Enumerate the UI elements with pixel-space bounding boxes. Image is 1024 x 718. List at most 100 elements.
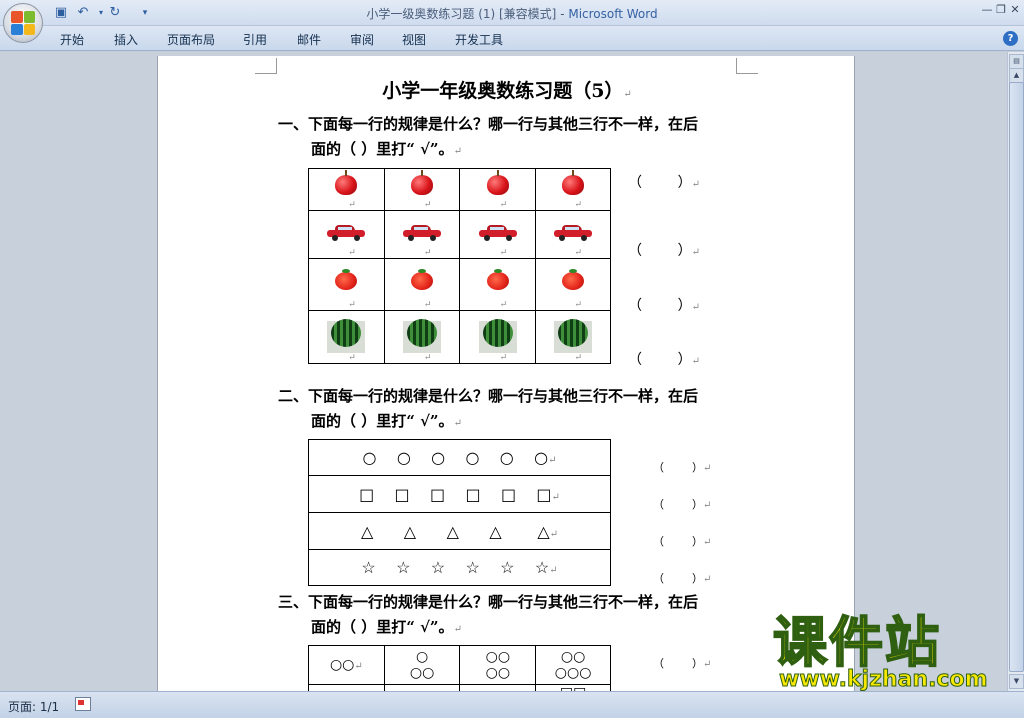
table-cell: ↵ bbox=[459, 210, 537, 259]
window-title: 小学一级奥数练习题 (1) [兼容模式] - Microsoft Word bbox=[0, 5, 1024, 22]
star-shape: ☆ bbox=[500, 558, 515, 577]
paragraph-mark: ↵ bbox=[691, 247, 700, 258]
table-cell: ○ ○○ bbox=[383, 645, 461, 685]
paragraph-mark: ↵ bbox=[423, 353, 432, 363]
document-workarea: 小学一年级奥数练习题（5）↵ 一、下面每一行的规律是什么？哪一行与其他三行不一样… bbox=[0, 52, 1007, 691]
scroll-up-icon[interactable]: ▲ bbox=[1009, 68, 1024, 83]
square-shape: □ bbox=[359, 484, 375, 504]
answer-paren-8[interactable]: （ ）↵ bbox=[653, 570, 711, 586]
answer-paren-3-text: （ ） bbox=[628, 298, 692, 314]
answer-paren-6-text: （ ） bbox=[653, 498, 703, 511]
document-page[interactable]: 小学一年级奥数练习题（5）↵ 一、下面每一行的规律是什么？哪一行与其他三行不一样… bbox=[157, 56, 855, 691]
paragraph-mark: ↵ bbox=[574, 353, 582, 363]
watermelon-picture bbox=[554, 319, 593, 353]
shape-pattern-table: ○ ○ ○ ○ ○ ○↵ □ □ □ □ □ □↵ △ △ △ △ △↵ ☆ ☆… bbox=[308, 439, 611, 586]
tab-insert[interactable]: 插入 bbox=[114, 31, 138, 48]
paragraph-mark: ↵ bbox=[423, 300, 432, 310]
tab-home[interactable]: 开始 bbox=[60, 31, 84, 48]
answer-paren-4[interactable]: （ ）↵ bbox=[628, 349, 700, 369]
table-cell: ↵ bbox=[535, 168, 611, 211]
watermark-url: www.kjzhan.com bbox=[779, 667, 989, 693]
table-row: ↵ ↵ ↵ ↵ bbox=[308, 310, 611, 364]
watermelon-icon bbox=[407, 319, 438, 347]
question-1: 一、下面每一行的规律是什么？哪一行与其他三行不一样，在后 面的（ ）里打“ √”… bbox=[278, 112, 748, 164]
answer-paren-8-text: （ ） bbox=[653, 572, 703, 585]
help-icon[interactable]: ? bbox=[1003, 31, 1018, 46]
answer-paren-5[interactable]: （ ）↵ bbox=[653, 459, 711, 475]
answer-paren-7[interactable]: （ ）↵ bbox=[653, 533, 711, 549]
title-separator: - bbox=[556, 7, 569, 21]
table-cell: ↵ bbox=[535, 210, 611, 259]
question-3-line-2: 面的（ ）里打“ √”。↵ bbox=[278, 615, 748, 642]
app-name: Microsoft Word bbox=[568, 7, 658, 21]
tab-page-layout[interactable]: 页面布局 bbox=[167, 31, 215, 48]
document-title: 小学一年级奥数练习题（5）↵ bbox=[158, 76, 856, 103]
paragraph-mark: ↵ bbox=[574, 300, 582, 310]
paragraph-mark: ↵ bbox=[499, 353, 508, 363]
table-cell: ↵ bbox=[459, 310, 537, 364]
close-icon[interactable]: ✕ bbox=[1006, 2, 1024, 18]
paragraph-mark: ↵ bbox=[702, 537, 712, 548]
watermark-logo: 课件站 bbox=[772, 611, 941, 674]
table-row: □ □ □ □ □ □↵ bbox=[308, 475, 611, 513]
star-shape: ☆ bbox=[361, 558, 376, 577]
table-cell: ↵ bbox=[383, 168, 461, 211]
circle-group: ○○ bbox=[409, 665, 435, 681]
answer-paren-9[interactable]: （ ）↵ bbox=[653, 655, 711, 671]
table-cell: ↵ bbox=[535, 258, 611, 311]
watermelon-icon bbox=[482, 319, 513, 347]
paragraph-mark: ↵ bbox=[551, 491, 560, 503]
answer-paren-9-text: （ ） bbox=[653, 657, 703, 670]
tab-view[interactable]: 视图 bbox=[402, 31, 426, 48]
paragraph-mark: ↵ bbox=[348, 248, 356, 258]
question-2-line-1: 二、下面每一行的规律是什么？哪一行与其他三行不一样，在后 bbox=[278, 387, 699, 405]
answer-paren-1[interactable]: （ ）↵ bbox=[628, 172, 700, 192]
apple-icon bbox=[562, 170, 585, 195]
circle-group-table: ○○↵ ○○○ ○○○○ ○○○○○ □□ bbox=[308, 645, 611, 691]
question-2-line-2-text: 面的（ ）里打“ √”。 bbox=[311, 412, 454, 430]
question-3-line-1: 三、下面每一行的规律是什么？哪一行与其他三行不一样，在后 bbox=[278, 593, 699, 611]
tab-developer[interactable]: 开发工具 bbox=[455, 31, 503, 48]
table-row: ○ ○ ○ ○ ○ ○↵ bbox=[308, 439, 611, 476]
scroll-down-icon[interactable]: ▼ bbox=[1009, 674, 1024, 689]
paragraph-mark: ↵ bbox=[453, 418, 462, 429]
answer-paren-2-text: （ ） bbox=[628, 243, 692, 259]
watermelon-picture bbox=[478, 319, 517, 353]
vertical-scrollbar[interactable]: ▤ ▲ ▼ bbox=[1007, 52, 1024, 691]
circle-shape: ○ bbox=[396, 448, 411, 467]
paragraph-mark: ↵ bbox=[702, 659, 712, 670]
tab-review[interactable]: 审阅 bbox=[350, 31, 374, 48]
shape-row-circles: ○ ○ ○ ○ ○ ○↵ bbox=[308, 439, 611, 476]
table-cell: ↵ bbox=[383, 210, 461, 259]
tab-references[interactable]: 引用 bbox=[243, 31, 267, 48]
paragraph-mark: ↵ bbox=[423, 248, 432, 258]
watermelon-picture bbox=[403, 319, 442, 353]
picture-pattern-table: ↵ ↵ ↵ ↵ ↵ ↵ ↵ ↵ ↵ ↵ ↵ ↵ ↵ ↵ ↵ ↵ bbox=[308, 168, 611, 364]
document-name: 小学一级奥数练习题 (1) [兼容模式] bbox=[366, 7, 557, 21]
triangle-shape: △ bbox=[403, 521, 417, 541]
tab-mailings[interactable]: 邮件 bbox=[297, 31, 321, 48]
ruler-toggle-icon[interactable]: ▤ bbox=[1009, 54, 1024, 69]
square-shape: □ bbox=[430, 484, 446, 504]
table-row: ↵ ↵ ↵ ↵ bbox=[308, 258, 611, 311]
table-cell: ↵ bbox=[308, 310, 385, 364]
office-button[interactable] bbox=[3, 3, 43, 43]
paragraph-mark: ↵ bbox=[348, 353, 356, 363]
square-shape: □ bbox=[394, 484, 410, 504]
proofing-status-icon[interactable] bbox=[75, 697, 91, 711]
answer-paren-6[interactable]: （ ）↵ bbox=[653, 496, 711, 512]
answer-paren-3[interactable]: （ ）↵ bbox=[628, 295, 700, 315]
apple-icon bbox=[486, 170, 509, 195]
triangle-shape: △ bbox=[489, 521, 502, 541]
paragraph-mark: ↵ bbox=[453, 624, 462, 635]
answer-paren-2[interactable]: （ ）↵ bbox=[628, 240, 700, 260]
scrollbar-thumb[interactable] bbox=[1009, 82, 1024, 672]
status-page-count[interactable]: 页面: 1/1 bbox=[8, 698, 59, 715]
circle-group: ○○○ bbox=[554, 665, 592, 681]
table-cell: ↵ bbox=[308, 258, 385, 311]
paragraph-mark: ↵ bbox=[702, 574, 712, 585]
circle-shape: ○ bbox=[534, 448, 549, 467]
apple-icon bbox=[335, 170, 358, 195]
paragraph-mark: ↵ bbox=[702, 463, 712, 474]
table-row: ↵ ↵ ↵ ↵ bbox=[308, 210, 611, 259]
